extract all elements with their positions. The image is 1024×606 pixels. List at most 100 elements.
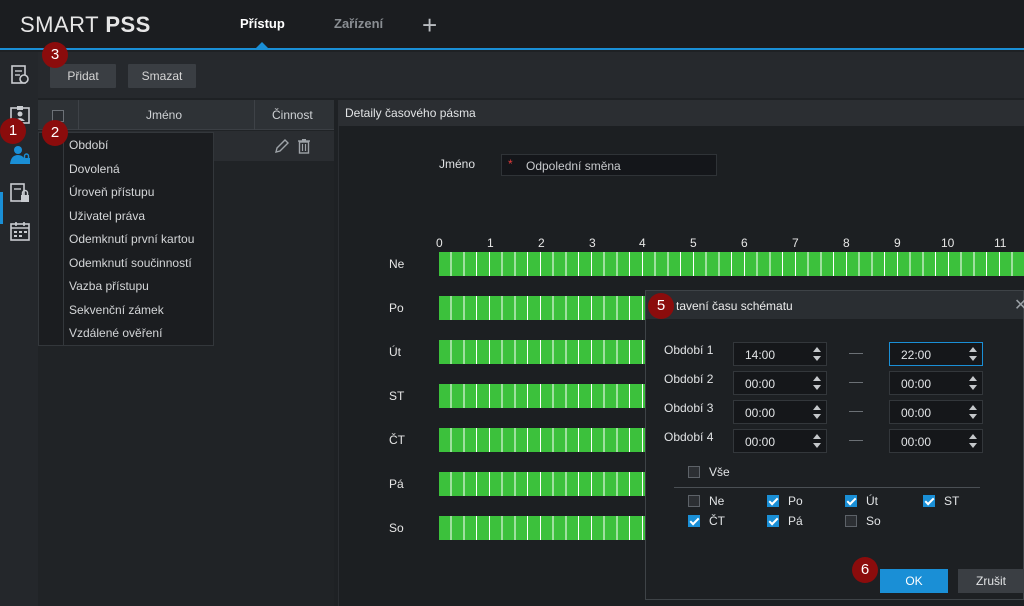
callout-badge: 1 — [0, 118, 26, 144]
range-dash — [849, 353, 863, 354]
callout-badge: 2 — [42, 120, 68, 146]
hour-label: 10 — [941, 236, 955, 250]
period-4-start-input[interactable]: 00:00 — [733, 429, 827, 453]
menu-item-odemknuti-soucinnosti[interactable]: Odemknutí součinností — [69, 256, 192, 270]
list-header: Jméno Činnost — [38, 100, 334, 130]
delete-button[interactable]: Smazat — [128, 64, 196, 88]
day-label-ne: Ne — [389, 257, 405, 271]
ok-button[interactable]: OK — [880, 569, 948, 593]
details-header: Detaily časového pásma — [339, 100, 1024, 126]
hour-label: 0 — [436, 236, 443, 250]
callout-badge: 5 — [648, 293, 674, 319]
period-2-label: Období 2 — [664, 372, 714, 386]
name-field[interactable]: * Odpolední směna — [501, 154, 717, 176]
range-dash — [849, 411, 863, 412]
column-divider — [78, 100, 79, 130]
day-label-st: ST — [389, 389, 405, 403]
period-4-label: Období 4 — [664, 430, 714, 444]
spinner-arrows-icon[interactable] — [813, 433, 821, 449]
tab-pristup[interactable]: Přístup — [240, 16, 285, 31]
trash-icon[interactable] — [296, 138, 312, 154]
column-header-action: Činnost — [272, 108, 313, 122]
spinner-arrows-icon[interactable] — [813, 404, 821, 420]
hour-label: 5 — [690, 236, 697, 250]
hour-label: 3 — [589, 236, 596, 250]
required-marker: * — [508, 157, 513, 171]
document-lock-icon[interactable] — [9, 182, 31, 204]
spinner-arrows-icon[interactable] — [813, 346, 821, 362]
day-checkbox-st[interactable] — [923, 495, 935, 507]
calendar-icon[interactable] — [9, 220, 31, 242]
spinner-arrows-icon[interactable] — [969, 375, 977, 391]
log-icon[interactable] — [9, 64, 31, 86]
day-checkbox-label: ST — [944, 494, 960, 508]
period-1-label: Období 1 — [664, 343, 714, 357]
menu-item-uzivatel-prava[interactable]: Uživatel práva — [69, 209, 145, 223]
menu-item-uroven-pristupu[interactable]: Úroveň přístupu — [69, 185, 154, 199]
column-header-name[interactable]: Jméno — [146, 108, 182, 122]
day-label-po: Po — [389, 301, 404, 315]
day-checkbox-label: Po — [788, 494, 803, 508]
day-checkbox-ut[interactable] — [845, 495, 857, 507]
period-2-start-input[interactable]: 00:00 — [733, 371, 827, 395]
person-lock-icon[interactable] — [9, 144, 31, 166]
period-3-end-input[interactable]: 00:00 — [889, 400, 983, 424]
spinner-arrows-icon[interactable] — [813, 375, 821, 391]
day-checkbox-label: Pá — [788, 514, 803, 528]
column-divider — [254, 100, 255, 130]
hour-label: 11 — [994, 236, 1007, 250]
close-icon[interactable]: ✕ — [1014, 295, 1024, 315]
dialog-title: tavení času schématu — [676, 299, 793, 313]
spinner-arrows-icon[interactable] — [969, 433, 977, 449]
day-label-ut: Út — [389, 345, 401, 359]
hour-label: 8 — [843, 236, 850, 250]
menu-item-sekvencni-zamek[interactable]: Sekvenční zámek — [69, 303, 164, 317]
top-bar: SMART PSS Přístup Zařízení + — [0, 0, 1024, 50]
menu-item-odemknuti-prvni-kartou[interactable]: Odemknutí první kartou — [69, 232, 194, 246]
hour-label: 4 — [639, 236, 646, 250]
period-2-end-input[interactable]: 00:00 — [889, 371, 983, 395]
tab-zarizeni[interactable]: Zařízení — [334, 16, 383, 31]
name-value: Odpolední směna — [526, 159, 621, 173]
day-label-so: So — [389, 521, 404, 535]
cancel-button[interactable]: Zrušit — [958, 569, 1024, 593]
menu-item-vazba-pristupu[interactable]: Vazba přístupu — [69, 279, 149, 293]
day-checkbox-label: So — [866, 514, 881, 528]
dialog-header: tavení času schématu ✕ — [646, 291, 1024, 319]
menu-item-obdobi[interactable]: Období — [69, 138, 108, 152]
name-label: Jméno — [439, 157, 476, 171]
period-1-end-input[interactable]: 22:00 — [889, 342, 983, 366]
hour-label: 9 — [894, 236, 901, 250]
schedule-row-ne[interactable] — [439, 252, 1024, 276]
day-checkbox-so[interactable] — [845, 515, 857, 527]
hour-label: 7 — [792, 236, 799, 250]
active-tab-indicator — [256, 42, 268, 48]
day-checkbox-po[interactable] — [767, 495, 779, 507]
period-4-end-input[interactable]: 00:00 — [889, 429, 983, 453]
spinner-arrows-icon[interactable] — [969, 346, 977, 362]
all-days-label: Vše — [709, 465, 730, 479]
plus-icon[interactable]: + — [422, 12, 437, 38]
day-label-pa: Pá — [389, 477, 404, 491]
menu-divider — [63, 133, 64, 345]
menu-item-dovolena[interactable]: Dovolená — [69, 162, 120, 176]
day-checkbox-ct[interactable] — [688, 515, 700, 527]
rail-active-indicator — [0, 192, 3, 224]
all-days-checkbox[interactable] — [688, 466, 700, 478]
spinner-arrows-icon[interactable] — [969, 404, 977, 420]
range-dash — [849, 440, 863, 441]
day-checkbox-pa[interactable] — [767, 515, 779, 527]
period-3-start-input[interactable]: 00:00 — [733, 400, 827, 424]
day-label-ct: ČT — [389, 433, 405, 447]
menu-item-vzdalene-overeni[interactable]: Vzdálené ověření — [69, 326, 162, 340]
period-3-label: Období 3 — [664, 401, 714, 415]
pencil-icon[interactable] — [274, 138, 290, 154]
add-button[interactable]: Přidat — [50, 64, 116, 88]
details-title: Detaily časového pásma — [345, 106, 476, 120]
day-checkbox-ne[interactable] — [688, 495, 700, 507]
hour-label: 2 — [538, 236, 545, 250]
dialog-divider — [674, 487, 980, 488]
period-1-start-input[interactable]: 14:00 — [733, 342, 827, 366]
hour-label: 6 — [741, 236, 748, 250]
schedule-time-dialog: tavení času schématu ✕ Období 1 14:00 22… — [645, 290, 1024, 600]
